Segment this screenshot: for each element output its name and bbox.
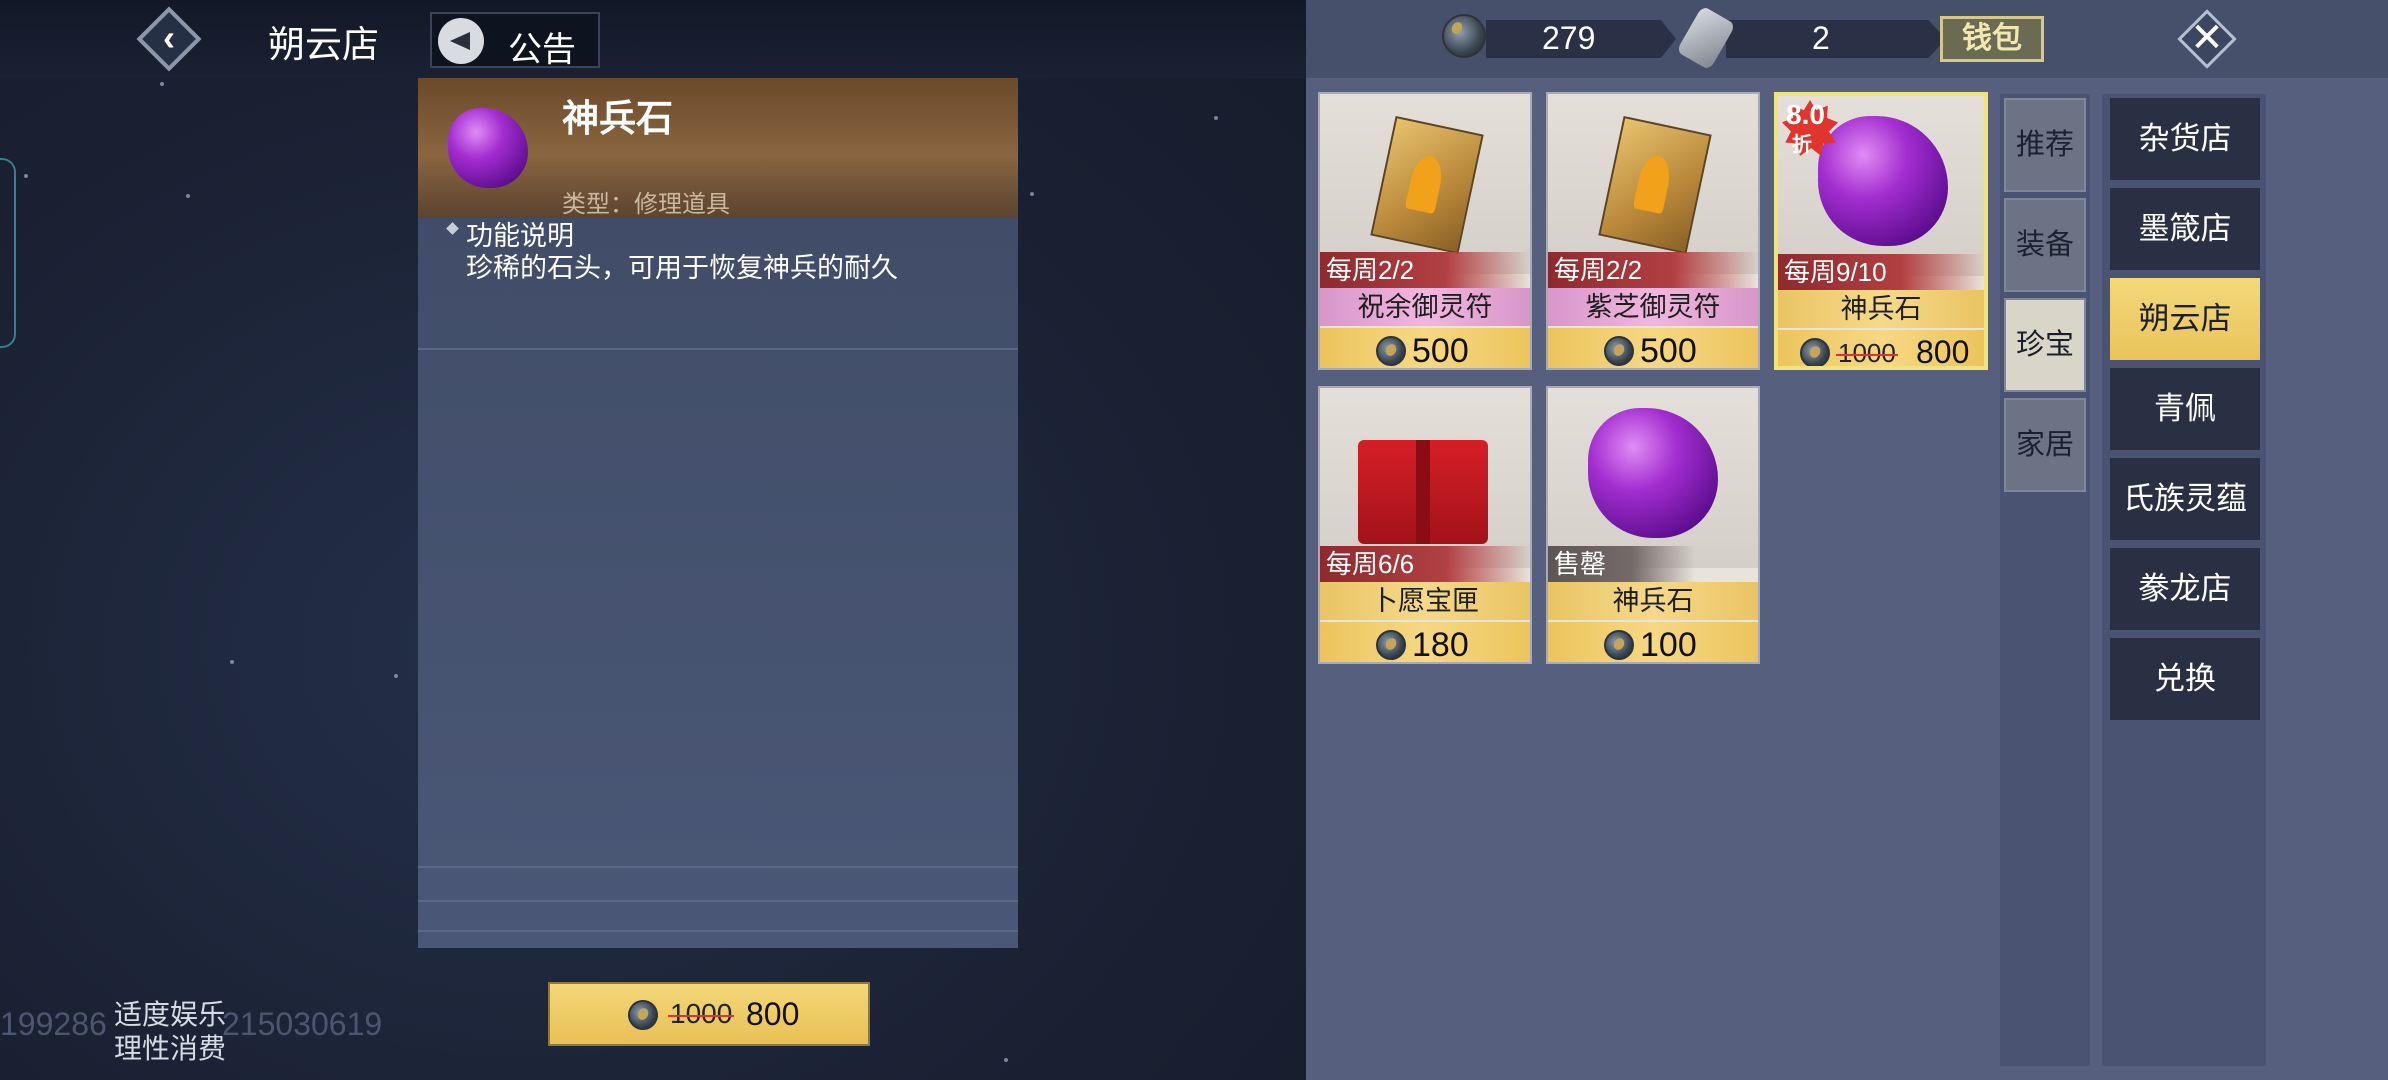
shop-tab-dragon[interactable]: 豢龙店 [2110,548,2260,630]
buy-old-price: 1000 [667,998,735,1029]
shop-tabs: 杂货店 墨箴店 朔云店 青佩 氏族灵蕴 豢龙店 兑换 [2102,94,2266,1066]
item-name: 神兵石 [562,98,673,139]
red-gift-box-icon [1358,440,1488,544]
item-price: 180 [1320,622,1530,664]
shop-tab-clan[interactable]: 氏族灵蕴 [2110,458,2260,540]
shop-tab-qingpei[interactable]: 青佩 [2110,368,2260,450]
divider [418,900,1018,902]
item-detail-panel: 神兵石 类型：修理道具 功能说明 珍稀的石头，可用于恢复神兵的耐久 [418,78,1018,948]
shop-item-card[interactable]: 每周2/2 祝余御灵符 500 [1318,92,1532,370]
sold-out-label: 售罄 [1548,546,1758,582]
shop-item-card[interactable]: 每周6/6 卜愿宝匣 180 [1318,386,1532,664]
item-image [1320,388,1530,568]
purple-gem-icon [1818,116,1948,246]
discount-value: 8.0 [1786,99,1825,130]
tab-home[interactable]: 家居 [2004,398,2086,492]
buy-button[interactable]: 1000 800 [548,982,870,1046]
shop-item-card[interactable]: 每周2/2 紫芝御灵符 500 [1546,92,1760,370]
shop-item-card-selected[interactable]: 8.0 折 每周9/10 神兵石 1000 800 [1774,92,1988,370]
talisman-icon [1370,115,1484,255]
function-description: 珍稀的石头，可用于恢复神兵的耐久 [466,253,898,283]
buy-new-price: 800 [746,996,800,1032]
token-currency: 2 [1676,5,1946,71]
item-detail-header: 神兵石 类型：修理道具 [418,78,1018,218]
item-image [1548,388,1758,568]
coin-icon [1442,14,1486,58]
health-tip-line1: 适度娱乐 [114,999,227,1030]
item-name: 紫芝御灵符 [1548,288,1758,326]
health-tip-line2: 理性消费 [114,1033,227,1064]
back-arrow-icon: ‹ [163,17,175,58]
tab-equipment[interactable]: 装备 [2004,198,2086,292]
shop-panel: 279 2 钱包 ✕ 每周2/2 祝余御灵符 500 每周2/2 紫芝御灵符 5… [1306,0,2388,1080]
item-image [1320,94,1530,274]
purchase-limit: 每周2/2 [1320,252,1530,288]
player-id-right: 215030619 [222,1006,383,1042]
item-name: 卜愿宝匣 [1320,582,1530,620]
item-price: 500 [1548,328,1758,370]
notice-label: 公告 [508,31,576,69]
category-tabs: 推荐 装备 珍宝 家居 [2000,94,2090,1066]
item-price: 1000 800 [1778,330,1984,370]
item-detail-body [418,218,1018,948]
shop-tab-general[interactable]: 杂货店 [2110,98,2260,180]
megaphone-icon [438,18,484,64]
item-price: 500 [1320,328,1530,370]
coin-icon [1604,630,1634,660]
purple-gem-icon [1588,408,1718,538]
shop-tab-mozhen[interactable]: 墨箴店 [2110,188,2260,270]
wallet-button[interactable]: 钱包 [1940,16,2044,62]
notice-button[interactable]: 公告 [430,12,600,69]
token-currency-bar [1726,20,1946,58]
item-type: 类型：修理道具 [562,191,730,218]
tab-treasure[interactable]: 珍宝 [2004,298,2086,392]
item-price: 100 [1548,622,1758,664]
token-value: 2 [1812,20,1830,56]
close-icon: ✕ [2190,16,2224,60]
shop-tab-exchange[interactable]: 兑换 [2110,638,2260,720]
divider [418,348,1018,350]
price-value: 800 [1916,334,1970,370]
coin-icon [628,1000,658,1030]
purchase-limit: 每周9/10 [1778,254,1984,290]
item-image [1548,94,1758,274]
coin-currency: 279 [1442,8,1676,70]
divider [418,866,1018,868]
close-button[interactable]: ✕ [2174,6,2240,72]
price-value: 500 [1640,332,1697,370]
coin-icon [1800,338,1830,366]
item-name: 神兵石 [1548,582,1758,620]
page-title: 朔云店 [268,24,379,65]
player-id-left: 199286 [0,1006,107,1042]
silver-token-icon [1676,5,1736,71]
item-name: 神兵石 [1778,290,1984,328]
coin-value: 279 [1542,20,1596,56]
side-panel-handle[interactable] [0,158,16,348]
back-button[interactable]: ‹ [136,6,202,72]
shop-item-card-sold-out[interactable]: 售罄 神兵石 100 [1546,386,1760,664]
tab-recommend[interactable]: 推荐 [2004,98,2086,192]
coin-icon [1604,336,1634,366]
coin-icon [1376,630,1406,660]
health-tip: 适度娱乐 理性消费 [114,998,226,1066]
discount-unit: 折 [1792,134,1812,156]
talisman-icon [1598,115,1712,255]
price-value: 100 [1640,626,1697,664]
purchase-limit: 每周2/2 [1548,252,1758,288]
shop-tab-shuoyun[interactable]: 朔云店 [2110,278,2260,360]
item-name: 祝余御灵符 [1320,288,1530,326]
divider [418,930,1018,932]
old-price-value: 1000 [1836,338,1898,368]
price-value: 500 [1412,332,1469,370]
price-value: 180 [1412,626,1469,664]
purple-gem-icon [448,108,528,188]
coin-icon [1376,336,1406,366]
purchase-limit: 每周6/6 [1320,546,1530,582]
